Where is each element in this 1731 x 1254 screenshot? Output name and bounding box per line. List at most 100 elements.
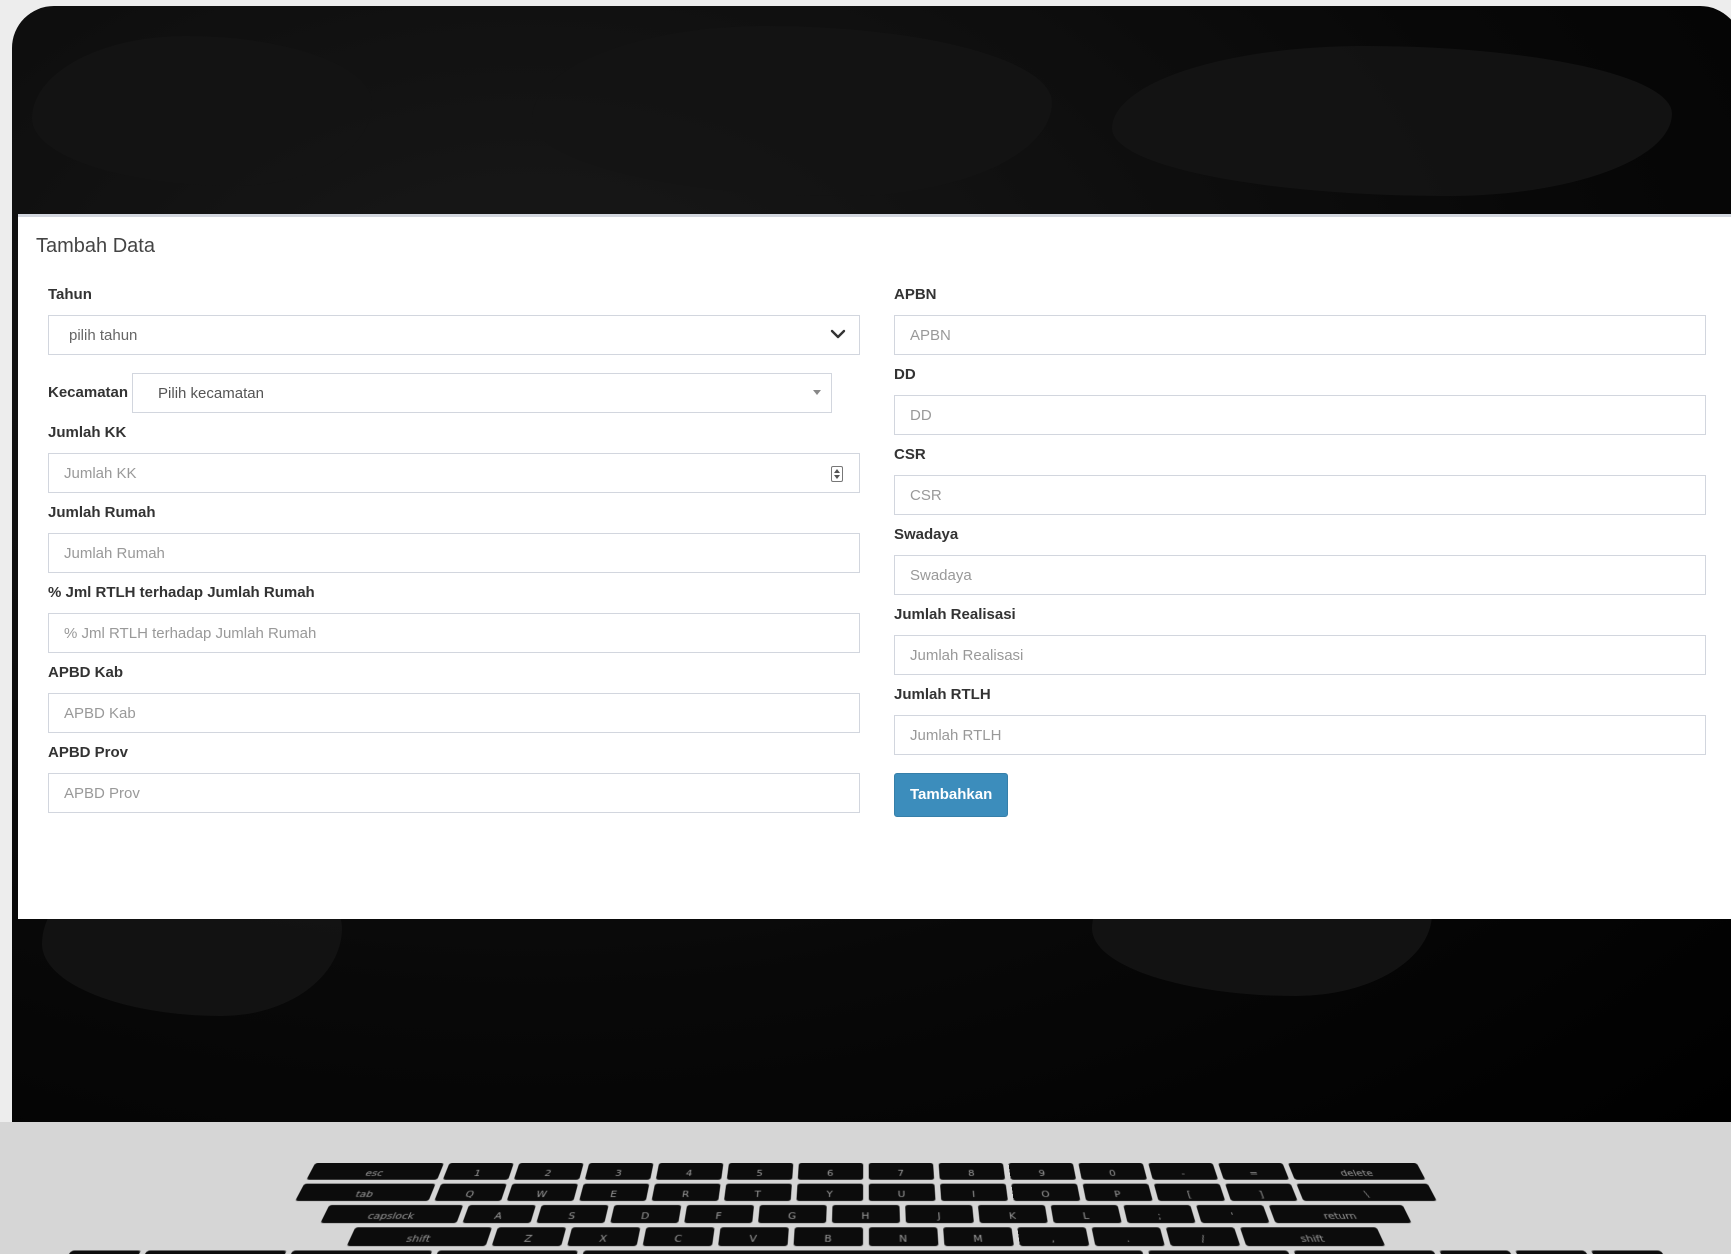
keyboard-key: 6 (797, 1163, 863, 1180)
jumlah-realisasi-label: Jumlah Realisasi (894, 606, 1016, 623)
dd-field[interactable] (894, 395, 1706, 435)
field-group-apbd-kab: APBD Kab (48, 663, 860, 733)
keyboard-key: esc (305, 1163, 444, 1180)
keyboard-key: 1 (442, 1163, 514, 1180)
field-group-apbd-prov: APBD Prov (48, 743, 860, 813)
keyboard-key (578, 1250, 1147, 1254)
dd-input[interactable] (910, 406, 1690, 424)
jumlah-kk-input[interactable] (64, 464, 844, 482)
apbn-field[interactable] (894, 315, 1706, 355)
keyboard-row-2: tab Q W E R T Y U I O P[] \ (41, 1183, 1691, 1201)
keyboard-key: ▴▾ (1514, 1250, 1597, 1254)
persen-rtlh-input[interactable] (64, 624, 844, 642)
keyboard-key: option (1293, 1250, 1443, 1254)
keyboard-key: V (717, 1227, 789, 1247)
csr-input[interactable] (910, 486, 1690, 504)
kecamatan-label: Kecamatan (48, 384, 129, 401)
apbd-kab-label: APBD Kab (48, 664, 124, 681)
swadaya-input[interactable] (910, 566, 1690, 584)
caret-down-icon (813, 390, 822, 395)
keyboard-key: option (282, 1250, 432, 1254)
jumlah-rumah-input[interactable] (64, 544, 844, 562)
jumlah-realisasi-input[interactable] (910, 646, 1690, 664)
keyboard-key: , (1016, 1227, 1089, 1247)
keyboard-key: 2 (513, 1163, 584, 1180)
keyboard-key: [ (1153, 1183, 1225, 1201)
keyboard-key: X (566, 1227, 640, 1247)
keyboard-key: G (757, 1205, 827, 1224)
keyboard-key: . (1091, 1227, 1165, 1247)
apbd-prov-label: APBD Prov (48, 744, 129, 761)
keyboard-key: U (868, 1183, 936, 1201)
keyboard-key: J (904, 1205, 974, 1224)
apbn-input[interactable] (910, 326, 1690, 344)
persen-rtlh-label: % Jml RTLH terhadap Jumlah Rumah (48, 584, 315, 601)
keyboard-key: B (793, 1227, 863, 1247)
panel-title: Tambah Data (36, 235, 155, 257)
chevron-down-icon (829, 325, 847, 343)
jumlah-kk-field[interactable] (48, 453, 860, 493)
keyboard-key: P (1082, 1183, 1153, 1201)
jumlah-rtlh-label: Jumlah RTLH (894, 686, 991, 703)
apbd-kab-field[interactable] (48, 693, 860, 733)
keyboard-key: 8 (938, 1163, 1005, 1180)
kecamatan-select[interactable]: Pilih kecamatan (132, 373, 833, 413)
keyboard-key: I (939, 1183, 1008, 1201)
keyboard-key: Y (795, 1183, 863, 1201)
keyboard-key: K (977, 1205, 1048, 1224)
jumlah-rumah-label: Jumlah Rumah (48, 504, 156, 521)
keyboard-key: ▸ (1590, 1250, 1674, 1254)
keyboard-key: ◂ (1438, 1250, 1520, 1254)
field-group-tahun: Tahun pilih tahun (48, 285, 860, 355)
keyboard-key: shift (1239, 1227, 1385, 1247)
field-group-jumlah-rtlh: Jumlah RTLH (894, 685, 1706, 755)
keyboard-key: D (609, 1205, 681, 1224)
keyboard-key: L (1050, 1205, 1122, 1224)
jumlah-kk-label: Jumlah KK (48, 424, 127, 441)
dd-label: DD (894, 366, 916, 383)
keyboard-keys: esc 1 2 3 4 5 6 7 8 9 0- = delete tab Q W E R T Y U I O P[] \ c… (0, 1163, 1731, 1254)
keyboard-key: 9 (1008, 1163, 1076, 1180)
map-landmass (532, 26, 1052, 196)
keyboard-key: O (1010, 1183, 1080, 1201)
kecamatan-select-value: Pilih kecamatan (158, 384, 264, 402)
device-mockup: Tambah Data Tahun pilih tahun Kecamatan … (0, 0, 1731, 1254)
keyboard-key: ; (1122, 1205, 1196, 1224)
keyboard-key: control (134, 1250, 287, 1254)
keyboard-key: F (683, 1205, 754, 1224)
keyboard-key: fn (57, 1250, 141, 1254)
keyboard-key: / (1165, 1227, 1240, 1247)
tahun-select[interactable]: pilih tahun (48, 315, 860, 355)
keyboard-graphic: esc 1 2 3 4 5 6 7 8 9 0- = delete tab Q W E R T Y U I O P[] \ c… (0, 1122, 1731, 1254)
keyboard-key: N (868, 1227, 938, 1247)
keyboard-key: R (651, 1183, 721, 1201)
jumlah-realisasi-field[interactable] (894, 635, 1706, 675)
keyboard-key: T (723, 1183, 792, 1201)
keyboard-row-3: capslock A S D F G H J K L; ' return (24, 1205, 1708, 1224)
map-landmass (32, 36, 372, 186)
keyboard-key: 3 (584, 1163, 654, 1180)
field-group-persen-rtlh: % Jml RTLH terhadap Jumlah Rumah (48, 583, 860, 653)
keyboard-key: C (642, 1227, 715, 1247)
keyboard-key: command (1147, 1250, 1295, 1254)
csr-field[interactable] (894, 475, 1706, 515)
keyboard-key: - (1147, 1163, 1218, 1180)
keyboard-key: Q (433, 1183, 507, 1201)
jumlah-rumah-field[interactable] (48, 533, 860, 573)
swadaya-field[interactable] (894, 555, 1706, 595)
field-group-jumlah-realisasi: Jumlah Realisasi (894, 605, 1706, 675)
keyboard-key: 4 (655, 1163, 723, 1180)
apbd-kab-input[interactable] (64, 704, 844, 722)
keyboard-key: H (831, 1205, 900, 1224)
field-group-kecamatan: Kecamatan Pilih kecamatan (48, 373, 860, 413)
keyboard-key: delete (1287, 1163, 1426, 1180)
apbd-prov-input[interactable] (64, 784, 844, 802)
number-spinner-icon[interactable] (831, 466, 843, 482)
apbd-prov-field[interactable] (48, 773, 860, 813)
tambahkan-button[interactable]: Tambahkan (894, 773, 1009, 817)
jumlah-rtlh-input[interactable] (910, 726, 1690, 744)
keyboard-key: 5 (726, 1163, 793, 1180)
keyboard-key: E (578, 1183, 649, 1201)
jumlah-rtlh-field[interactable] (894, 715, 1706, 755)
persen-rtlh-field[interactable] (48, 613, 860, 653)
